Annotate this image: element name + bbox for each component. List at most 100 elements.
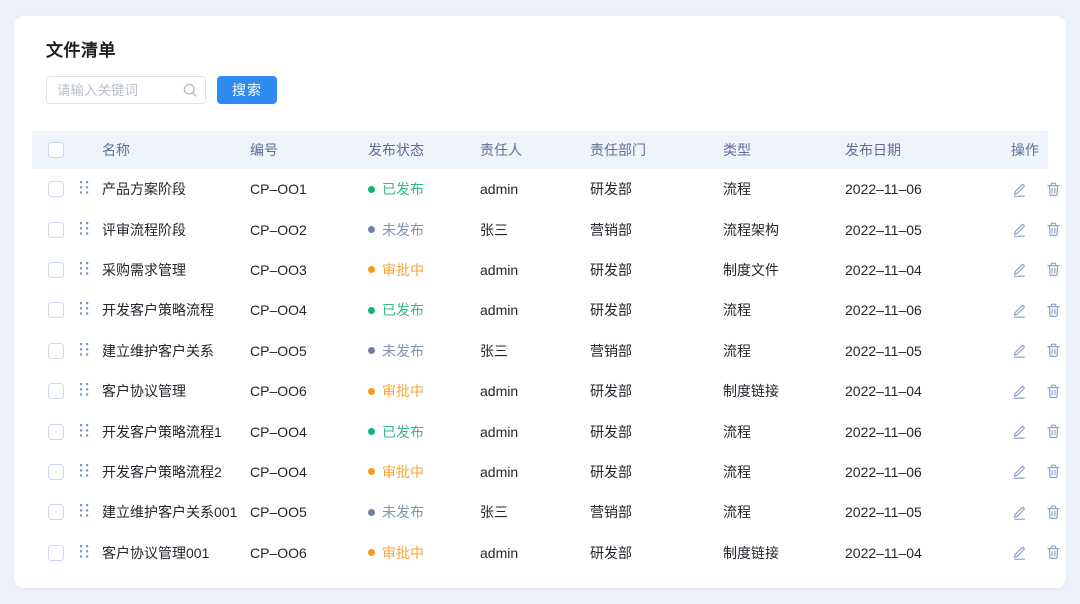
status-label: 未发布 — [382, 341, 424, 361]
status-dot-icon — [368, 266, 375, 273]
row-checkbox[interactable] — [48, 424, 64, 440]
delete-button[interactable] — [1045, 342, 1062, 359]
drag-handle-icon[interactable] — [80, 262, 89, 275]
drag-handle-icon[interactable] — [80, 424, 89, 437]
status-badge: 已发布 — [368, 300, 480, 320]
edit-button[interactable] — [1011, 221, 1028, 238]
doc-type: 流程 — [723, 341, 845, 361]
delete-button[interactable] — [1045, 221, 1062, 238]
row-checkbox[interactable] — [48, 302, 64, 318]
drag-handle-icon[interactable] — [80, 504, 89, 517]
edit-button[interactable] — [1011, 383, 1028, 400]
delete-button[interactable] — [1045, 544, 1062, 561]
status-label: 审批中 — [382, 260, 424, 280]
row-checkbox[interactable] — [48, 343, 64, 359]
edit-button[interactable] — [1011, 544, 1028, 561]
doc-code: CP–OO3 — [250, 262, 368, 278]
status-dot-icon — [368, 509, 375, 516]
doc-code: CP–OO4 — [250, 302, 368, 318]
row-checkbox[interactable] — [48, 383, 64, 399]
delete-button[interactable] — [1045, 383, 1062, 400]
col-name: 名称 — [102, 140, 250, 160]
doc-department: 营销部 — [590, 341, 723, 361]
table-row: 开发客户策略流程2 CP–OO4 审批中 admin 研发部 流程 2022–1… — [32, 452, 1048, 492]
doc-name: 客户协议管理001 — [102, 543, 250, 563]
doc-type: 流程架构 — [723, 220, 845, 240]
status-label: 已发布 — [382, 179, 424, 199]
drag-handle-icon[interactable] — [80, 383, 89, 396]
drag-handle-icon[interactable] — [80, 302, 89, 315]
drag-handle-icon[interactable] — [80, 222, 89, 235]
status-dot-icon — [368, 226, 375, 233]
col-date: 发布日期 — [845, 140, 985, 160]
doc-code: CP–OO5 — [250, 343, 368, 359]
doc-department: 营销部 — [590, 220, 723, 240]
row-actions — [985, 181, 1062, 198]
doc-type: 流程 — [723, 422, 845, 442]
status-badge: 已发布 — [368, 179, 480, 199]
status-badge: 未发布 — [368, 502, 480, 522]
doc-department: 营销部 — [590, 502, 723, 522]
status-label: 审批中 — [382, 381, 424, 401]
col-actions: 操作 — [985, 140, 1048, 160]
row-actions — [985, 342, 1062, 359]
row-checkbox[interactable] — [48, 222, 64, 238]
row-checkbox[interactable] — [48, 545, 64, 561]
table-row: 开发客户策略流程1 CP–OO4 已发布 admin 研发部 流程 2022–1… — [32, 411, 1048, 451]
doc-type: 流程 — [723, 462, 845, 482]
drag-handle-icon[interactable] — [80, 181, 89, 194]
row-checkbox[interactable] — [48, 262, 64, 278]
delete-button[interactable] — [1045, 261, 1062, 278]
row-checkbox[interactable] — [48, 181, 64, 197]
doc-type: 制度文件 — [723, 260, 845, 280]
delete-button[interactable] — [1045, 181, 1062, 198]
row-checkbox[interactable] — [48, 464, 64, 480]
table-row: 客户协议管理001 CP–OO6 审批中 admin 研发部 制度链接 2022… — [32, 533, 1048, 573]
trash-icon — [1045, 342, 1062, 359]
delete-button[interactable] — [1045, 463, 1062, 480]
drag-handle-icon[interactable] — [80, 343, 89, 356]
select-all-checkbox[interactable] — [48, 142, 64, 158]
table-row: 开发客户策略流程 CP–OO4 已发布 admin 研发部 流程 2022–11… — [32, 290, 1048, 330]
doc-code: CP–OO5 — [250, 504, 368, 520]
doc-code: CP–OO6 — [250, 545, 368, 561]
edit-pencil-icon — [1011, 544, 1028, 561]
delete-button[interactable] — [1045, 302, 1062, 319]
row-checkbox-cell — [32, 383, 80, 399]
col-status: 发布状态 — [368, 140, 480, 160]
row-checkbox[interactable] — [48, 504, 64, 520]
edit-button[interactable] — [1011, 342, 1028, 359]
status-label: 未发布 — [382, 502, 424, 522]
page-title: 文件清单 — [46, 36, 1048, 61]
delete-button[interactable] — [1045, 423, 1062, 440]
status-badge: 已发布 — [368, 422, 480, 442]
edit-pencil-icon — [1011, 504, 1028, 521]
drag-handle-icon[interactable] — [80, 545, 89, 558]
doc-code: CP–OO4 — [250, 464, 368, 480]
row-actions — [985, 221, 1062, 238]
doc-department: 研发部 — [590, 462, 723, 482]
edit-pencil-icon — [1011, 423, 1028, 440]
drag-handle-icon[interactable] — [80, 464, 89, 477]
edit-pencil-icon — [1011, 261, 1028, 278]
doc-owner: admin — [480, 262, 590, 278]
trash-icon — [1045, 302, 1062, 319]
edit-button[interactable] — [1011, 423, 1028, 440]
trash-icon — [1045, 181, 1062, 198]
status-badge: 审批中 — [368, 543, 480, 563]
delete-button[interactable] — [1045, 504, 1062, 521]
edit-button[interactable] — [1011, 504, 1028, 521]
col-owner: 责任人 — [480, 140, 590, 160]
edit-button[interactable] — [1011, 463, 1028, 480]
col-code: 编号 — [250, 140, 368, 160]
doc-date: 2022–11–06 — [845, 464, 985, 480]
edit-pencil-icon — [1011, 181, 1028, 198]
edit-button[interactable] — [1011, 261, 1028, 278]
edit-button[interactable] — [1011, 302, 1028, 319]
doc-code: CP–OO6 — [250, 383, 368, 399]
search-button[interactable]: 搜索 — [217, 76, 277, 104]
edit-button[interactable] — [1011, 181, 1028, 198]
status-label: 审批中 — [382, 543, 424, 563]
row-checkbox-cell — [32, 181, 80, 197]
doc-owner: admin — [480, 424, 590, 440]
